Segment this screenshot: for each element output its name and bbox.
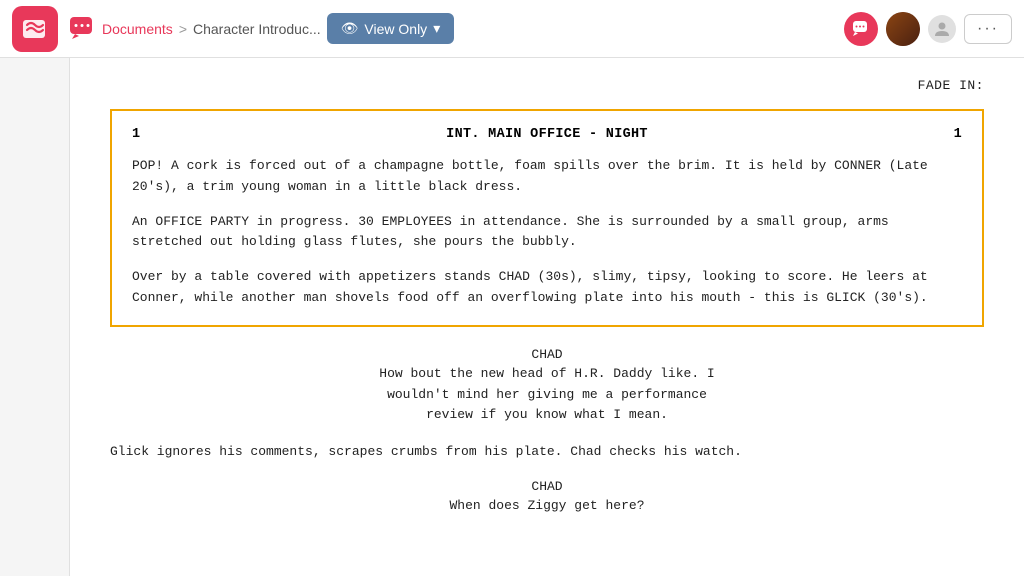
fade-in-text: FADE IN: xyxy=(110,78,984,93)
dialogue-text-chad-1: How bout the new head of H.R. Daddy like… xyxy=(377,364,717,426)
scene-block: 1 INT. MAIN OFFICE - NIGHT 1 POP! A cork… xyxy=(110,109,984,327)
action-paragraph-1: POP! A cork is forced out of a champagne… xyxy=(132,156,962,198)
header-right-actions: ··· xyxy=(844,12,1012,46)
dialogue-text-chad-2: When does Ziggy get here? xyxy=(377,496,717,517)
comment-button[interactable] xyxy=(844,12,878,46)
avatar-image xyxy=(886,12,920,46)
breadcrumb-current-doc: Character Introduc... xyxy=(193,21,321,37)
view-only-label: View Only xyxy=(364,21,427,37)
toolbar: Documents > Character Introduc... 👁 View… xyxy=(0,0,1024,58)
breadcrumb-separator: > xyxy=(179,21,187,37)
comment-icon xyxy=(68,15,96,43)
character-name-chad-2: CHAD xyxy=(110,479,984,494)
action-paragraph-2: An OFFICE PARTY in progress. 30 EMPLOYEE… xyxy=(132,212,962,254)
breadcrumb-documents[interactable]: Documents xyxy=(102,21,173,37)
user-icon xyxy=(928,15,956,43)
main-area: FADE IN: 1 INT. MAIN OFFICE - NIGHT 1 PO… xyxy=(0,58,1024,576)
breadcrumb: Documents > Character Introduc... 👁 View… xyxy=(68,13,834,44)
chevron-down-icon: ▾ xyxy=(433,20,440,37)
app-logo xyxy=(12,6,58,52)
scene-number-left: 1 xyxy=(132,127,140,142)
more-options-button[interactable]: ··· xyxy=(964,14,1012,44)
scene-heading-text: INT. MAIN OFFICE - NIGHT xyxy=(446,127,648,142)
script-content: FADE IN: 1 INT. MAIN OFFICE - NIGHT 1 PO… xyxy=(70,58,1024,576)
eye-icon: 👁 xyxy=(341,20,359,37)
scene-heading: 1 INT. MAIN OFFICE - NIGHT 1 xyxy=(132,127,962,142)
action-paragraph-3: Over by a table covered with appetizers … xyxy=(132,267,962,309)
dialogue-chad-2: CHAD When does Ziggy get here? xyxy=(110,479,984,517)
view-only-button[interactable]: 👁 View Only ▾ xyxy=(327,13,455,44)
character-name-chad-1: CHAD xyxy=(110,347,984,362)
avatar xyxy=(886,12,920,46)
scene-number-right: 1 xyxy=(954,127,962,142)
action-paragraph-4: Glick ignores his comments, scrapes crum… xyxy=(110,442,984,463)
dialogue-chad-1: CHAD How bout the new head of H.R. Daddy… xyxy=(110,347,984,426)
left-sidebar xyxy=(0,58,70,576)
